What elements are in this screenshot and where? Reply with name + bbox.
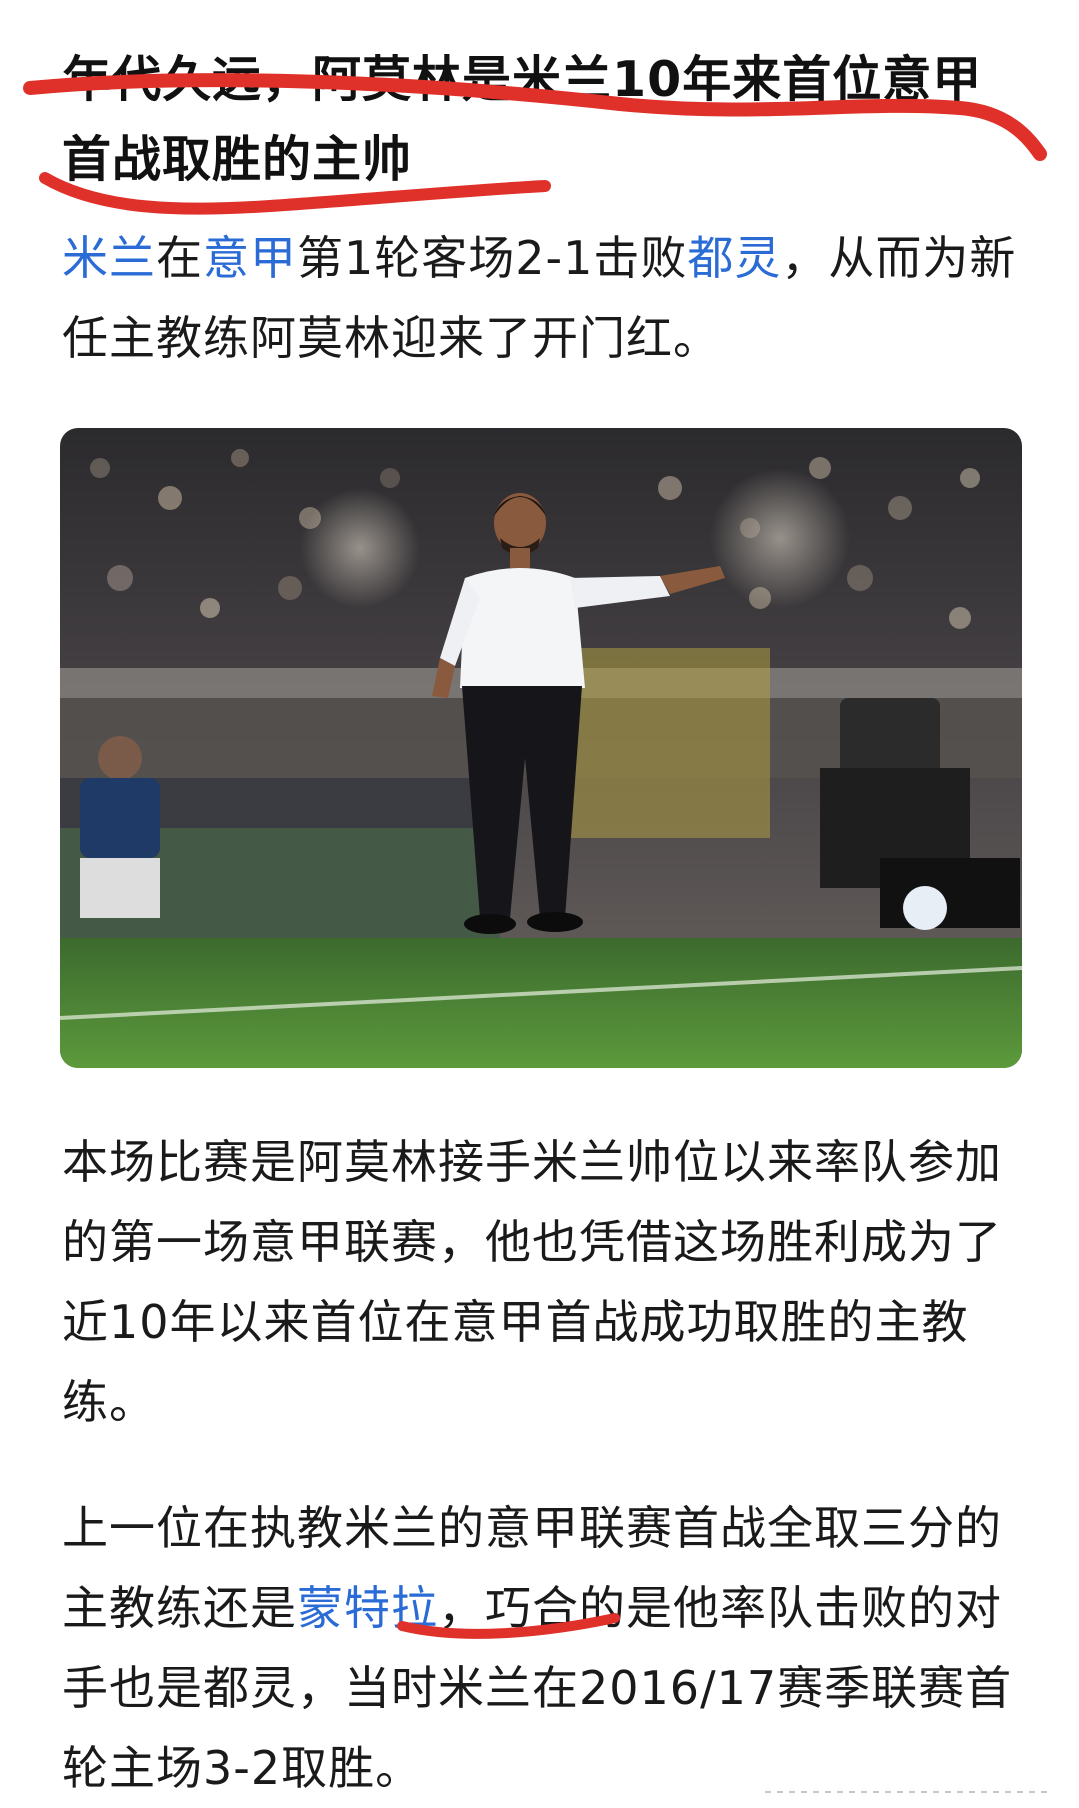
link-serie-a[interactable]: 意甲: [203, 231, 297, 285]
article-headline: 年代久远，阿莫林是米兰10年来首位意甲首战取胜的主帅: [62, 51, 983, 188]
paragraph-body: 本场比赛是阿莫林接手米兰帅位以来率队参加的第一场意甲联赛，他也凭借这场胜利成为了…: [62, 1135, 1002, 1429]
paragraph-text: 在: [156, 231, 203, 285]
article-photo[interactable]: [60, 428, 1022, 1068]
coach-on-sideline-photo: [60, 428, 1022, 1068]
scroll-indicator-icon: [765, 1791, 1050, 1793]
paragraph-intro: 米兰在意甲第1轮客场2-1击败都灵，从而为新任主教练阿莫林迎来了开门红。: [62, 218, 1022, 378]
link-torino[interactable]: 都灵: [687, 231, 781, 285]
link-montella[interactable]: 蒙特拉: [297, 1581, 438, 1635]
paragraph-text: 第1轮客场2-1击败: [297, 231, 688, 285]
link-milan[interactable]: 米兰: [62, 231, 156, 285]
paragraph-history: 上一位在执教米兰的意甲联赛首战全取三分的主教练还是蒙特拉，巧合的是他率队击败的对…: [62, 1488, 1022, 1808]
